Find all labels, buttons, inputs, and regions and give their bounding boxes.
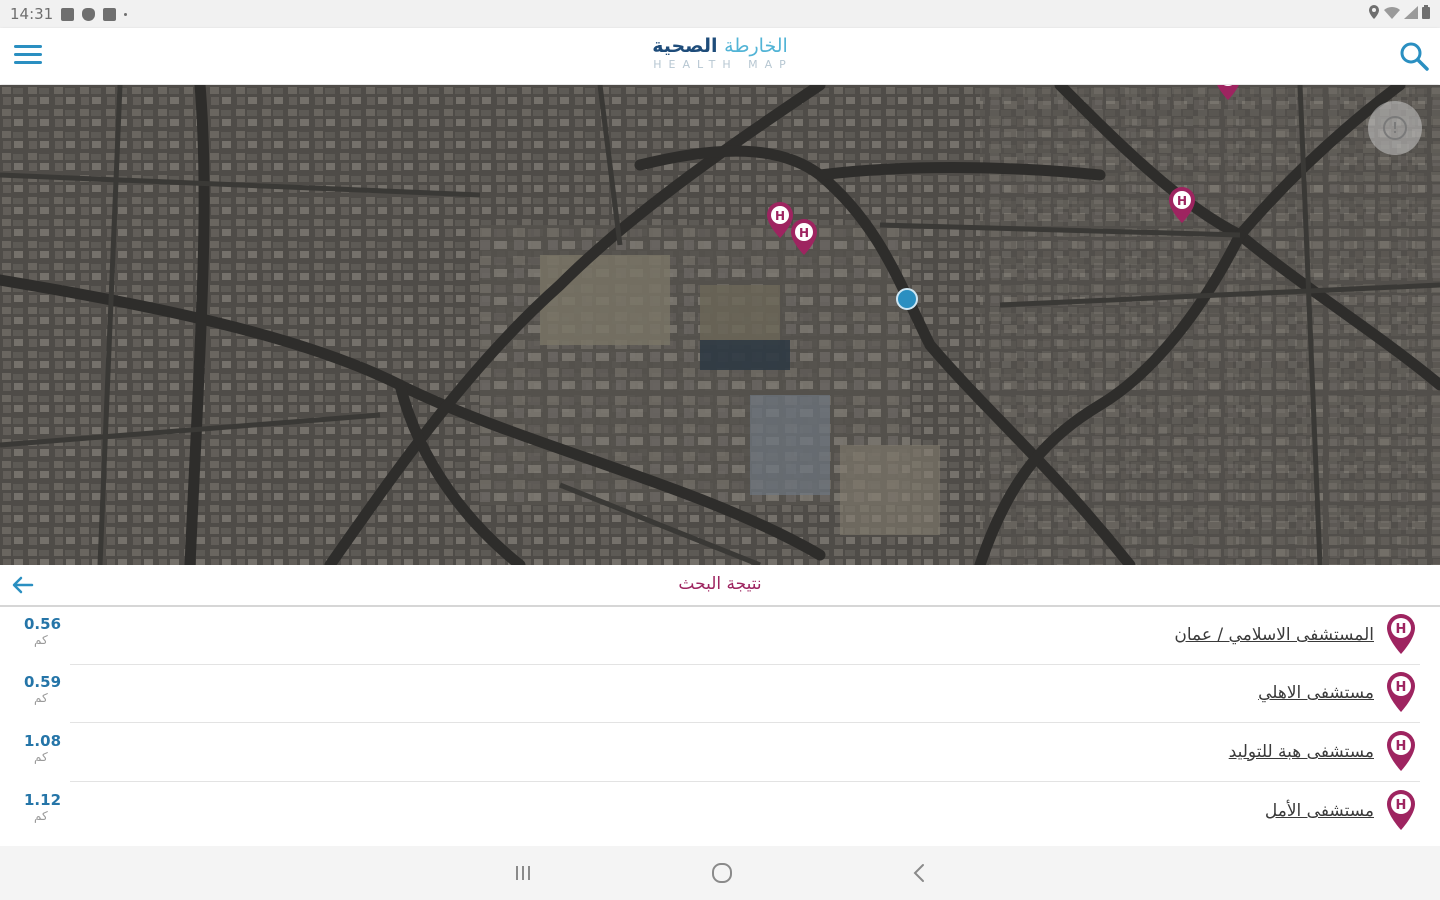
status-bar: 14:31 (0, 0, 1440, 28)
location-status-icon (1369, 5, 1379, 19)
svg-text:H: H (775, 209, 785, 223)
logo-english: HEALTH MAP (653, 58, 793, 71)
distance-value: 0.59 (24, 673, 62, 691)
distance-unit: كم (34, 750, 48, 764)
wifi-icon (1384, 6, 1400, 19)
distance: 0.56 كم (24, 615, 68, 647)
hospital-pin-icon: H (1386, 613, 1416, 655)
results-title: نتيجة البحث (678, 574, 762, 594)
list-item[interactable]: 1.12 كم مستشفى الأمل H (0, 783, 1440, 841)
svg-text:H: H (1177, 194, 1187, 208)
svg-text:H: H (1396, 680, 1407, 695)
app-bar: الخارطة الصحية HEALTH MAP (0, 28, 1440, 84)
logo-arabic: الخارطة الصحية (620, 34, 820, 58)
current-location-marker[interactable] (896, 288, 918, 310)
hamburger-menu-icon[interactable] (12, 42, 44, 68)
arrow-left-icon[interactable] (10, 573, 36, 597)
list-item[interactable]: 0.59 كم مستشفى الاهلي H (0, 665, 1440, 723)
list-item[interactable]: 0.56 كم المستشفى الاسلامي / عمان H (0, 607, 1440, 665)
image-notification-icon (103, 7, 117, 21)
row-divider (70, 722, 1420, 723)
signal-icon (1404, 5, 1418, 19)
distance-value: 1.12 (24, 791, 62, 809)
row-divider (70, 781, 1420, 782)
distance-value: 1.08 (24, 732, 62, 750)
hospital-name-link[interactable]: مستشفى هبة للتوليد (1229, 742, 1374, 762)
distance: 1.12 كم (24, 791, 68, 823)
status-time: 14:31 (10, 5, 54, 23)
distance-value: 0.56 (24, 615, 62, 633)
gallery-notification-icon (61, 7, 75, 21)
results-list: 0.56 كم المستشفى الاسلامي / عمان H 0.59 … (0, 607, 1440, 845)
distance: 0.59 كم (24, 673, 68, 705)
map-hospital-pin[interactable]: H (790, 218, 818, 256)
hospital-pin-icon: H (1386, 730, 1416, 772)
map-hospital-pin[interactable]: H (1214, 85, 1242, 101)
svg-text:H: H (799, 226, 809, 240)
distance: 1.08 كم (24, 732, 68, 764)
recents-icon[interactable] (508, 859, 538, 887)
app-logo: الخارطة الصحية HEALTH MAP (620, 34, 820, 72)
list-item[interactable]: 1.08 كم مستشفى هبة للتوليد H (0, 724, 1440, 782)
hospital-name-link[interactable]: المستشفى الاسلامي / عمان (1174, 625, 1374, 645)
svg-text:H: H (1396, 622, 1407, 637)
status-left: 14:31 (10, 5, 128, 23)
distance-unit: كم (34, 691, 48, 705)
info-icon[interactable] (1368, 101, 1422, 155)
hospital-pin-icon: H (1386, 789, 1416, 831)
more-notifications-icon (124, 12, 128, 16)
distance-unit: كم (34, 633, 48, 647)
hospital-pin-icon: H (1386, 671, 1416, 713)
logo-arabic-word-1: الخارطة (724, 35, 788, 57)
satellite-map[interactable]: H H H H (0, 85, 1440, 565)
home-icon[interactable] (707, 859, 737, 887)
search-icon[interactable] (1398, 40, 1430, 72)
svg-text:H: H (1396, 798, 1407, 813)
hospital-name-link[interactable]: مستشفى الأمل (1265, 801, 1374, 821)
hospital-name-link[interactable]: مستشفى الاهلي (1258, 683, 1374, 703)
svg-text:H: H (1396, 739, 1407, 754)
system-nav-bar (0, 846, 1440, 900)
distance-unit: كم (34, 809, 48, 823)
shield-notification-icon (82, 7, 96, 21)
logo-arabic-word-2: الصحية (652, 35, 718, 57)
map-imagery (0, 85, 1440, 565)
map-hospital-pin[interactable]: H (1168, 186, 1196, 224)
back-chevron-icon[interactable] (905, 859, 935, 887)
results-header: نتيجة البحث (0, 565, 1440, 607)
battery-icon (1422, 5, 1430, 19)
status-right (1368, 5, 1430, 19)
